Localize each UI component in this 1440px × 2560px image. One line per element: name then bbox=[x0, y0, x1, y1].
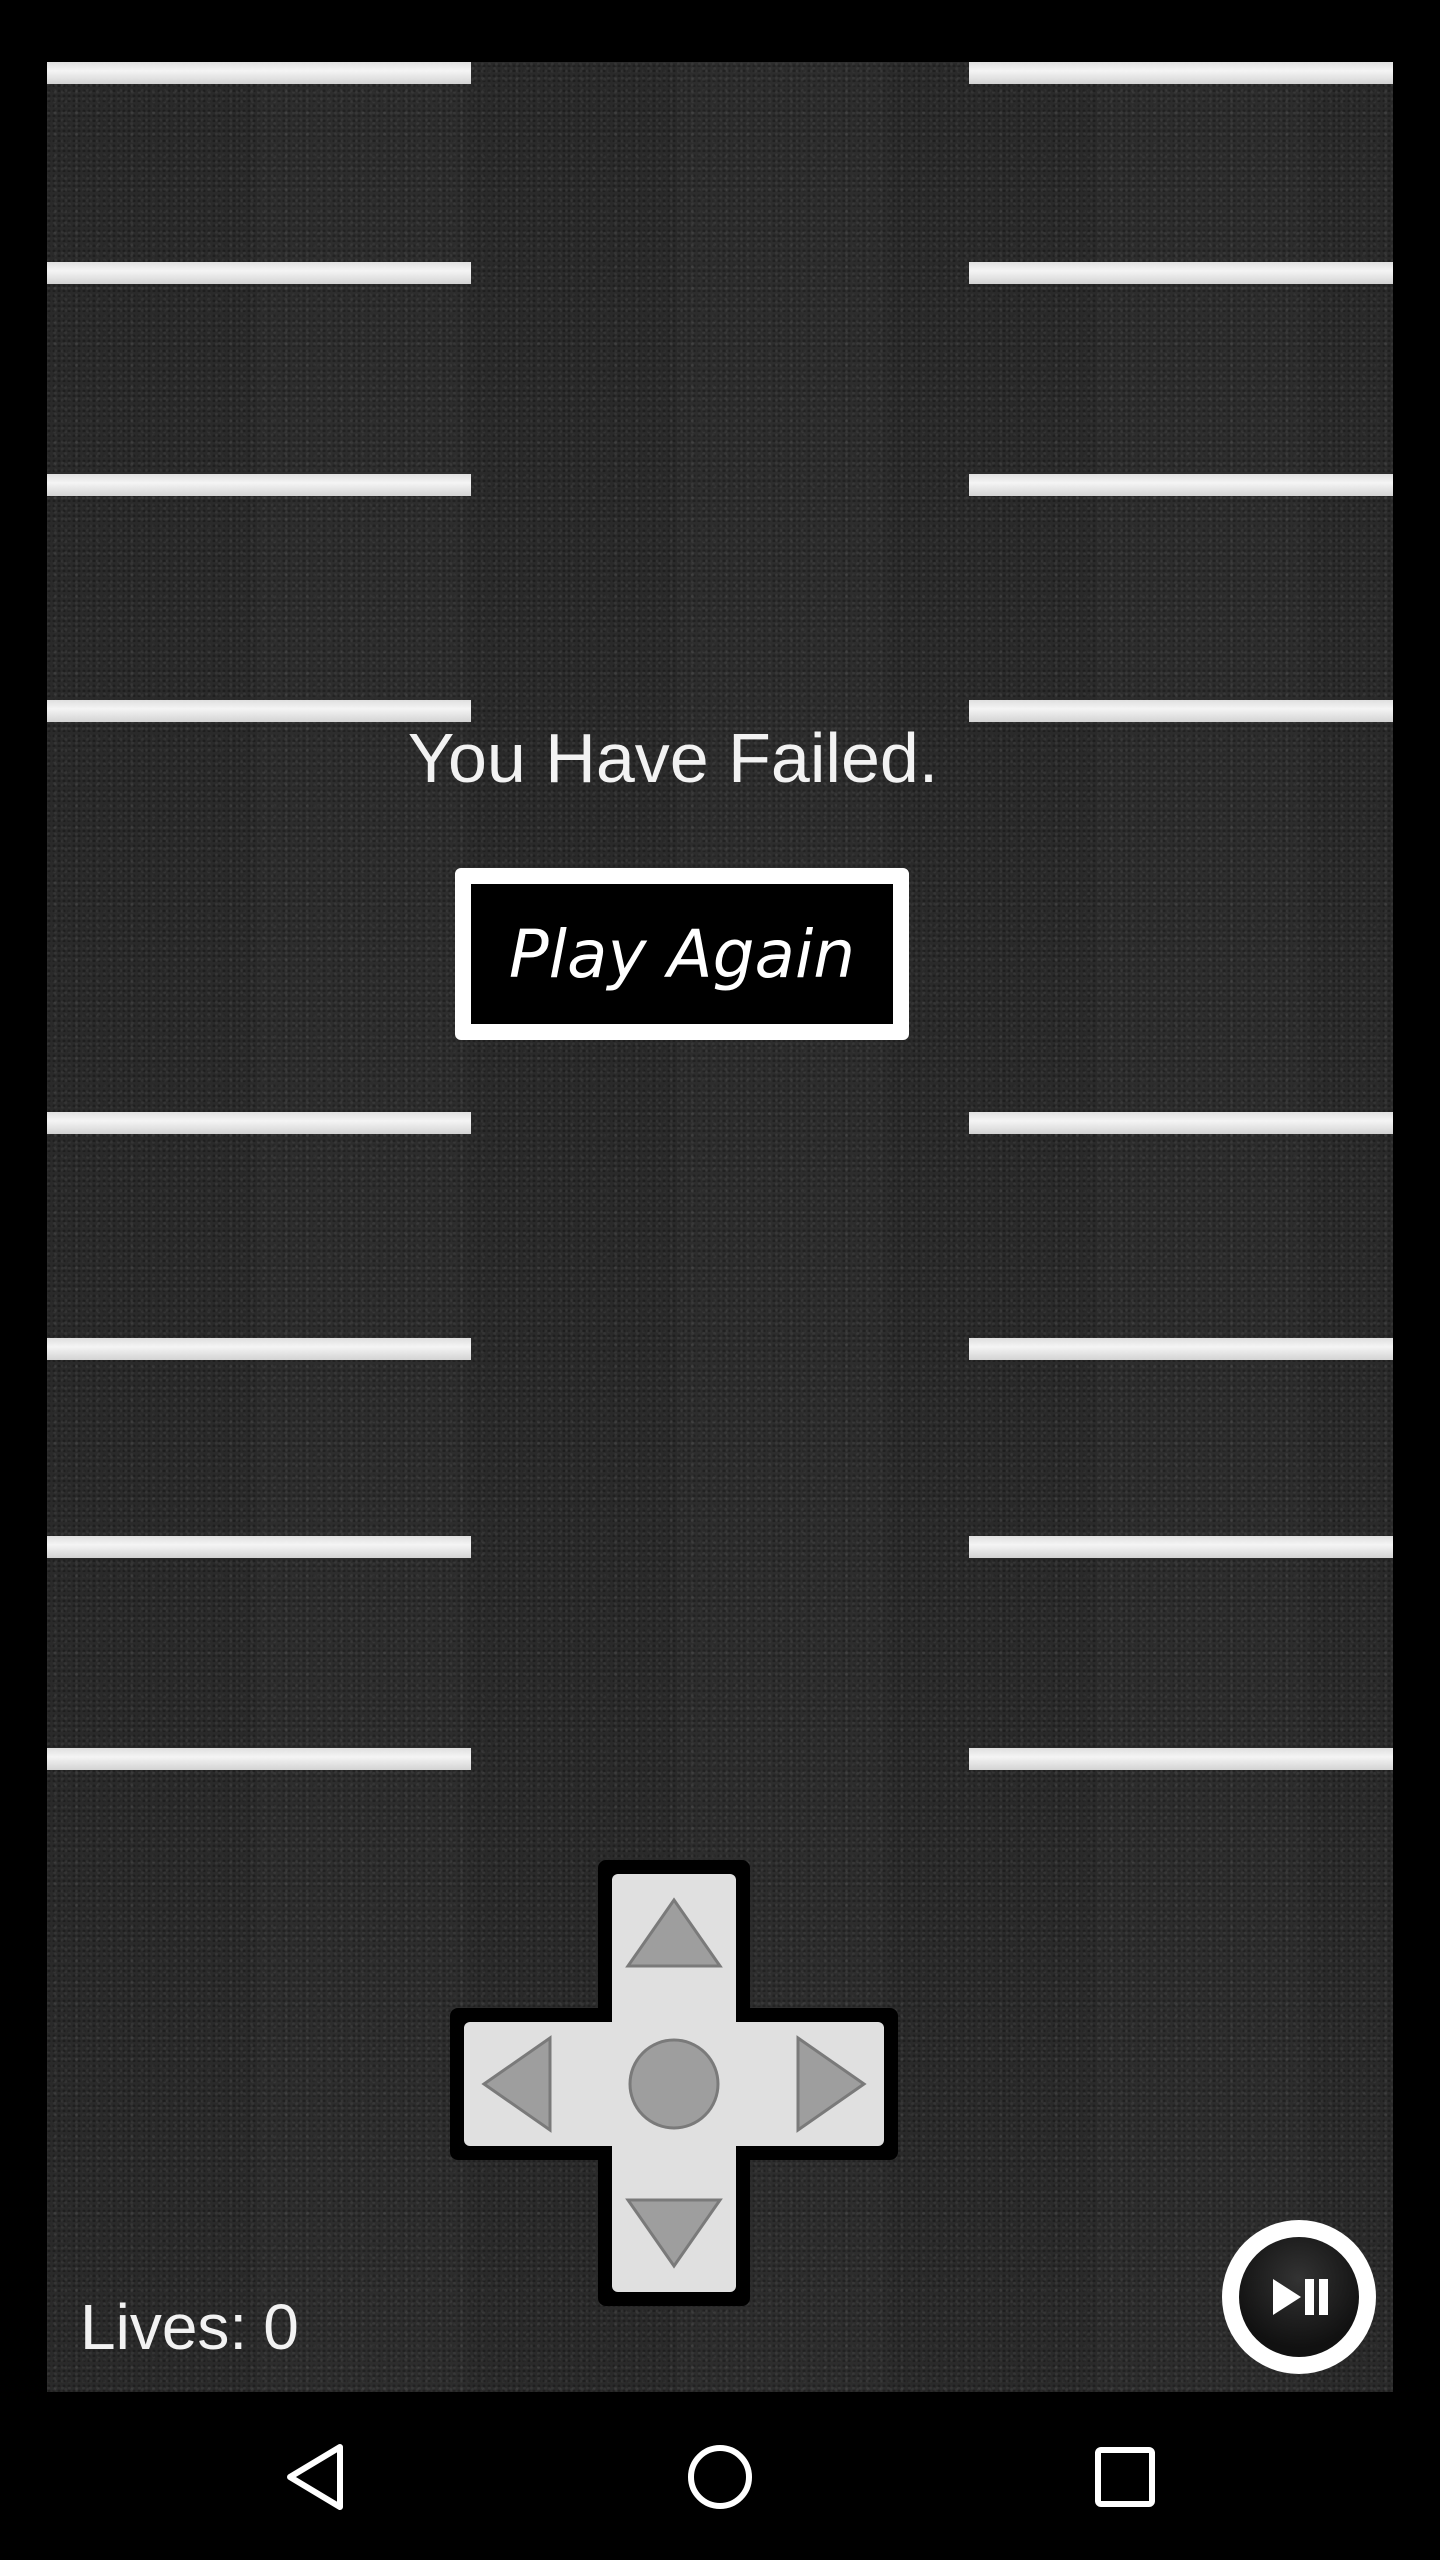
parking-stripe bbox=[969, 62, 1393, 84]
dpad-controller bbox=[450, 1860, 898, 2306]
parking-stripe bbox=[47, 262, 471, 284]
parking-stripe bbox=[969, 1536, 1393, 1558]
left-arrow-icon bbox=[481, 2035, 552, 2133]
parking-stripe bbox=[47, 1536, 471, 1558]
dpad-right-button[interactable] bbox=[774, 2022, 884, 2146]
right-arrow-icon bbox=[796, 2035, 867, 2133]
parking-stripe bbox=[47, 62, 471, 84]
dpad-down-button[interactable] bbox=[612, 2182, 736, 2292]
lives-label: Lives: bbox=[80, 2291, 248, 2363]
parking-stripe bbox=[47, 474, 471, 496]
up-arrow-icon bbox=[625, 1897, 723, 1968]
home-icon bbox=[688, 2445, 752, 2509]
dpad-up-button[interactable] bbox=[612, 1874, 736, 1984]
parking-stripe bbox=[47, 1748, 471, 1770]
nav-back-button[interactable] bbox=[270, 2432, 360, 2522]
parking-stripe bbox=[969, 474, 1393, 496]
parking-stripe bbox=[47, 1338, 471, 1360]
dpad-left-button[interactable] bbox=[464, 2022, 574, 2146]
parking-stripe bbox=[969, 1112, 1393, 1134]
lives-counter: Lives: 0 bbox=[80, 2290, 299, 2364]
back-icon bbox=[287, 2444, 343, 2510]
play-pause-button[interactable] bbox=[1222, 2220, 1376, 2374]
lives-value: 0 bbox=[263, 2291, 299, 2363]
play-pause-icon bbox=[1273, 2279, 1328, 2315]
recents-icon bbox=[1095, 2447, 1155, 2507]
game-screen: You Have Failed. Play Again Lives: 0 bbox=[0, 0, 1440, 2560]
parking-stripe bbox=[47, 1112, 471, 1134]
play-again-button[interactable]: Play Again bbox=[455, 868, 909, 1040]
center-circle-icon bbox=[628, 2038, 720, 2130]
parking-stripe bbox=[969, 262, 1393, 284]
parking-stripe bbox=[969, 1338, 1393, 1360]
down-arrow-icon bbox=[625, 2198, 723, 2269]
nav-home-button[interactable] bbox=[675, 2432, 765, 2522]
dpad-center-button[interactable] bbox=[627, 2037, 721, 2131]
play-pause-button-face bbox=[1239, 2237, 1359, 2357]
game-over-message: You Have Failed. bbox=[407, 719, 939, 797]
parking-stripe bbox=[969, 1748, 1393, 1770]
android-navigation-bar bbox=[0, 2392, 1440, 2560]
nav-recents-button[interactable] bbox=[1080, 2432, 1170, 2522]
